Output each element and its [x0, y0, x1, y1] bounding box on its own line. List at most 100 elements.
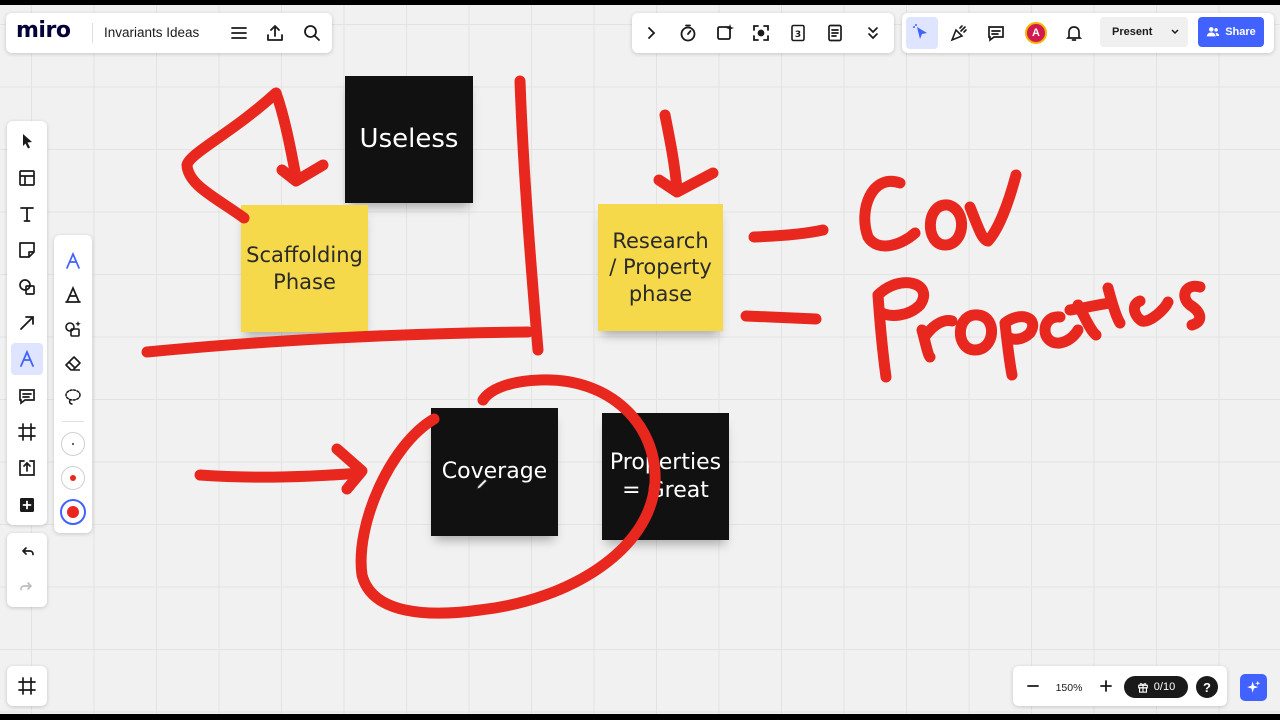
undo-button[interactable]: [11, 536, 43, 568]
sticky-note-research[interactable]: Research / Property phase: [598, 204, 723, 331]
ink-text-properties: [1064, 297, 1116, 341]
expand-toolbar-button[interactable]: [635, 17, 667, 49]
top-left-panel: miro Invariants Ideas: [6, 13, 332, 53]
top-collaboration-toolbar: 3: [632, 13, 894, 53]
notes-button[interactable]: [819, 17, 851, 49]
help-button[interactable]: ?: [1196, 676, 1218, 698]
export-button[interactable]: [259, 17, 291, 49]
element-counter[interactable]: 0/10: [1124, 676, 1188, 698]
timer-button[interactable]: [672, 17, 704, 49]
more-apps-tool[interactable]: [11, 489, 43, 521]
ink-down-arrow: [659, 109, 683, 196]
ink-text-properties: [872, 277, 929, 321]
hamburger-icon: [231, 27, 247, 39]
ink-arrowhead: [653, 167, 719, 198]
stroke-size-small[interactable]: [61, 432, 85, 456]
plus-icon: [1100, 680, 1112, 692]
ink-text-properties: [1179, 280, 1206, 331]
main-menu-button[interactable]: [223, 17, 255, 49]
upload-icon: [267, 25, 283, 41]
pen-cursor-icon: [476, 478, 488, 490]
stroke-size-medium[interactable]: [61, 466, 85, 490]
board-sparkle-icon: [717, 24, 734, 40]
pen-tool[interactable]: [11, 343, 43, 375]
ink-dash: [740, 310, 822, 325]
lasso-icon: [65, 389, 81, 405]
board-title[interactable]: Invariants Ideas: [104, 25, 199, 40]
comment-icon: [19, 389, 35, 405]
highlighter-option[interactable]: [57, 279, 89, 311]
user-avatar[interactable]: A: [1025, 22, 1047, 44]
highlighter-icon: [65, 285, 81, 303]
sticky-note-text: Scaffolding Phase: [246, 243, 363, 294]
svg-text:3: 3: [795, 30, 801, 40]
more-tools-button[interactable]: [857, 17, 889, 49]
present-button[interactable]: Present: [1100, 17, 1188, 47]
ink-text-properties: [1102, 282, 1126, 329]
ink-text-cov: [924, 199, 968, 251]
share-button[interactable]: Share: [1198, 17, 1264, 47]
document-icon: [828, 24, 842, 42]
follow-mode-button[interactable]: [906, 17, 938, 49]
focus-button[interactable]: [745, 17, 777, 49]
ink-text-cov: [859, 175, 921, 252]
focus-frame-icon: [753, 25, 769, 41]
ink-dash: [748, 224, 829, 243]
frame-tool[interactable]: [11, 416, 43, 448]
timer-icon: [680, 24, 696, 42]
stroke-size-large-selected[interactable]: [60, 499, 86, 525]
sparkles-icon: [1247, 680, 1261, 693]
lasso-option[interactable]: [57, 381, 89, 413]
redo-icon: [20, 582, 32, 591]
comment-tool[interactable]: [11, 380, 43, 412]
sticky-note-text: Coverage: [441, 459, 548, 485]
sticky-note-text: Properties = Great: [609, 450, 722, 503]
frames-list-button[interactable]: [11, 670, 43, 702]
voting-button[interactable]: [709, 17, 741, 49]
ink-text-properties: [916, 315, 958, 363]
upload-tool[interactable]: [11, 452, 43, 484]
comments-button[interactable]: [980, 17, 1012, 49]
text-t-icon: [20, 207, 34, 222]
select-tool[interactable]: [11, 125, 43, 157]
zoom-level[interactable]: 150%: [1052, 682, 1086, 694]
ai-assist-button[interactable]: [1240, 674, 1267, 701]
undo-redo-panel: [7, 533, 47, 607]
calendar-button[interactable]: 3: [782, 17, 814, 49]
ink-loop-arrow: [181, 87, 302, 224]
present-button-label: Present: [1112, 26, 1153, 38]
sticky-note-icon: [19, 242, 35, 258]
share-button-label: Share: [1225, 26, 1256, 38]
shapes-tool[interactable]: [11, 271, 43, 303]
sticky-note-properties[interactable]: Properties = Great: [602, 413, 729, 540]
zoom-in-button[interactable]: [1090, 670, 1122, 702]
ink-arrowhead: [276, 159, 329, 187]
sticky-note-scaffolding[interactable]: Scaffolding Phase: [241, 205, 368, 332]
shapes-icon: [19, 279, 35, 295]
smart-drawing-option[interactable]: [57, 313, 89, 345]
connection-line-tool[interactable]: [11, 307, 43, 339]
miro-logo[interactable]: miro: [16, 18, 71, 43]
plus-square-icon: [20, 498, 34, 512]
redo-button[interactable]: [11, 571, 43, 603]
sticky-note-text: Research / Property phase: [609, 229, 712, 306]
reactions-button[interactable]: [943, 17, 975, 49]
sticky-note-tool[interactable]: [11, 234, 43, 266]
comment-icon: [988, 26, 1004, 42]
text-tool[interactable]: [11, 198, 43, 230]
board-canvas[interactable]: Useless Scaffolding Phase Research / Pro…: [0, 5, 1280, 714]
ink-text-properties: [954, 309, 998, 356]
party-popper-icon: [950, 25, 967, 42]
pen-option[interactable]: [57, 245, 89, 277]
notifications-button[interactable]: [1058, 17, 1090, 49]
left-tools-toolbar: [7, 121, 47, 525]
ink-right-arrow: [194, 467, 366, 483]
templates-tool[interactable]: [11, 162, 43, 194]
ink-bracket-horizontal: [141, 326, 534, 358]
sticky-note-coverage[interactable]: Coverage: [431, 408, 558, 536]
sticky-note-useless[interactable]: Useless: [345, 76, 473, 203]
eraser-option[interactable]: [57, 347, 89, 379]
zoom-out-button[interactable]: [1017, 670, 1049, 702]
layout-icon: [19, 170, 35, 186]
search-button[interactable]: [296, 17, 328, 49]
